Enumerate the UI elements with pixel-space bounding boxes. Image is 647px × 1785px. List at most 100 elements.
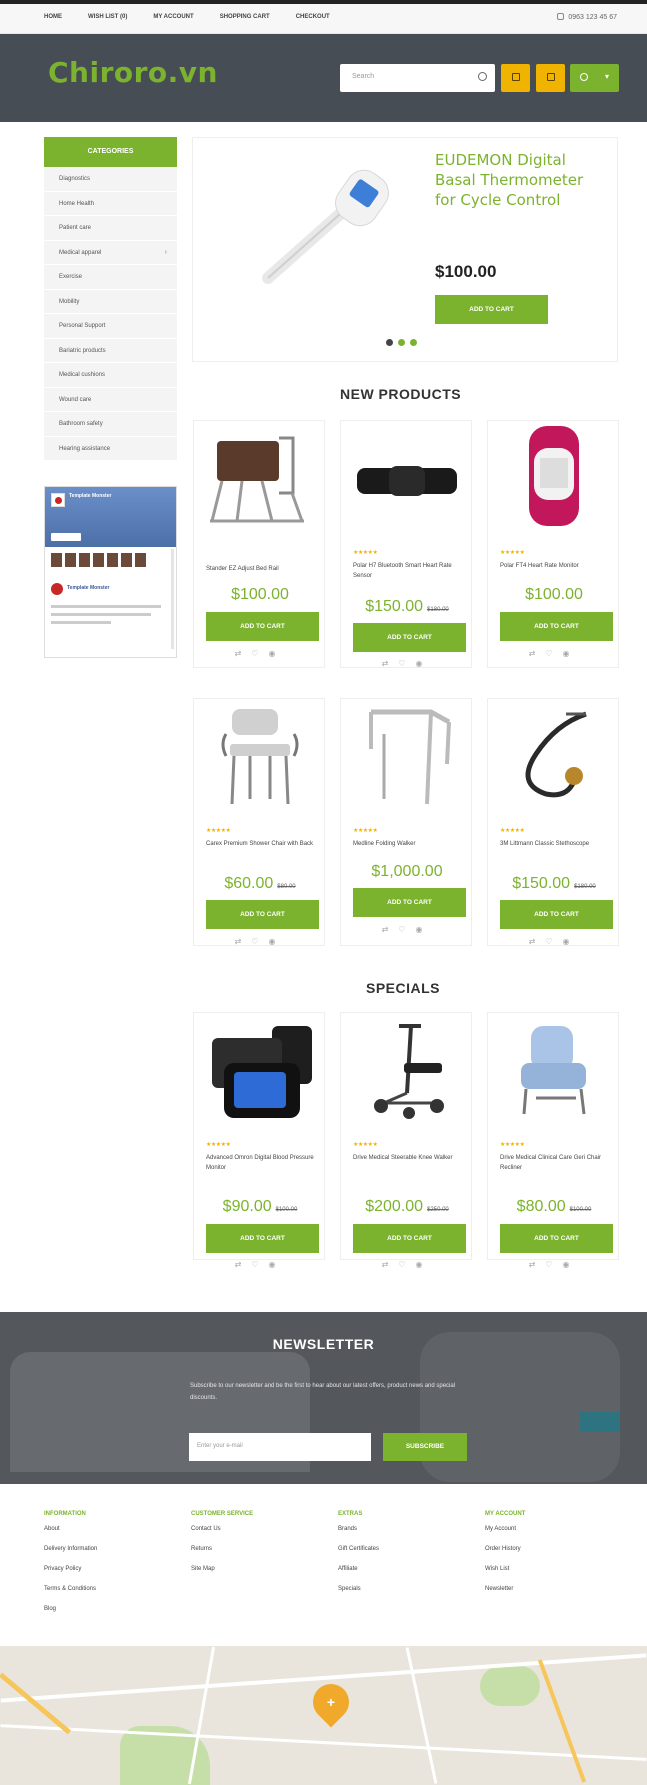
category-item[interactable]: Wound care [44, 388, 177, 412]
facebook-widget[interactable]: Template Monster Template Monster [44, 486, 177, 658]
heart-icon[interactable]: ♡ [251, 649, 268, 658]
category-item[interactable]: Medical cushions [44, 363, 177, 388]
facebook-page-name[interactable]: Template Monster [69, 493, 111, 499]
add-to-cart-button[interactable]: Add to Cart [353, 623, 466, 652]
eye-icon[interactable]: ◉ [268, 1260, 285, 1269]
slide-add-to-cart-button[interactable]: Add to Cart [435, 295, 548, 324]
search-icon[interactable] [478, 72, 487, 81]
product-card[interactable]: ★★★★★ Polar FT4 Heart Rate Monitor $100.… [487, 420, 619, 668]
add-to-cart-button[interactable]: Add to Cart [353, 888, 466, 917]
footer-link[interactable]: Newsletter [485, 1586, 625, 1606]
heart-icon[interactable]: ♡ [398, 659, 415, 668]
product-name[interactable]: Polar FT4 Heart Rate Monitor [500, 561, 610, 571]
footer-link[interactable]: Brands [338, 1526, 478, 1546]
footer-link[interactable]: Site Map [191, 1566, 331, 1586]
slider-dot[interactable] [398, 339, 405, 346]
category-item[interactable]: Mobility [44, 290, 177, 314]
category-item[interactable]: Patient care [44, 216, 177, 241]
add-to-cart-button[interactable]: Add to Cart [206, 900, 319, 929]
compare-icon[interactable]: ⇄ [529, 937, 546, 946]
add-to-cart-button[interactable]: Add to Cart [353, 1224, 466, 1253]
facebook-like-button[interactable] [51, 533, 81, 541]
product-name[interactable]: Medline Folding Walker [353, 839, 463, 849]
product-name[interactable]: Stander EZ Adjust Bed Rail [206, 564, 316, 574]
add-to-cart-button[interactable]: Add to Cart [206, 1224, 319, 1253]
eye-icon[interactable]: ◉ [268, 649, 285, 658]
logo[interactable]: Chiroro.vn [48, 56, 218, 89]
footer-link[interactable]: Delivery Information [44, 1546, 184, 1566]
heart-icon[interactable]: ♡ [545, 1260, 562, 1269]
product-card[interactable]: ★★★★★ Medline Folding Walker $1,000.00 A… [340, 698, 472, 946]
product-name[interactable]: Drive Medical Steerable Knee Walker [353, 1153, 463, 1163]
product-card[interactable]: ★★★★★ Drive Medical Clinical Care Geri C… [487, 1012, 619, 1269]
category-item[interactable]: Home Health [44, 192, 177, 216]
add-to-cart-button[interactable]: Add to Cart [500, 612, 613, 641]
footer-link[interactable]: Specials [338, 1586, 478, 1606]
heart-icon[interactable]: ♡ [398, 925, 415, 934]
eye-icon[interactable]: ◉ [562, 1260, 579, 1269]
compare-icon[interactable]: ⇄ [382, 925, 399, 934]
product-card[interactable]: ★★★★★ Advanced Omron Digital Blood Press… [193, 1012, 325, 1269]
compare-icon[interactable]: ⇄ [235, 649, 252, 658]
category-item[interactable]: Hearing assistance [44, 437, 177, 461]
cart-button[interactable]: ▾ [570, 64, 619, 92]
footer-link[interactable]: Gift Certificates [338, 1546, 478, 1566]
heart-icon[interactable]: ♡ [398, 1260, 415, 1269]
product-card[interactable]: Stander EZ Adjust Bed Rail $100.00 Add t… [193, 420, 325, 668]
category-item[interactable]: Bathroom safety [44, 412, 177, 437]
eye-icon[interactable]: ◉ [415, 659, 432, 668]
product-card[interactable]: ★★★★★ Drive Medical Steerable Knee Walke… [340, 1012, 472, 1269]
post-author[interactable]: Template Monster [67, 585, 109, 591]
footer-link[interactable]: Wish List [485, 1566, 625, 1586]
category-item[interactable]: Bariatric products [44, 339, 177, 363]
slider-dot[interactable] [410, 339, 417, 346]
slide-title[interactable]: EUDEMON Digital Basal Thermometer for Cy… [435, 150, 605, 210]
top-nav-wishlist[interactable]: Wish List (0) [88, 14, 127, 20]
wishlist-button[interactable] [501, 64, 530, 92]
product-card[interactable]: ★★★★★ Carex Premium Shower Chair with Ba… [193, 698, 325, 946]
footer-link[interactable]: Contact Us [191, 1526, 331, 1546]
eye-icon[interactable]: ◉ [562, 649, 579, 658]
facebook-scrollbar[interactable] [171, 549, 174, 649]
product-card[interactable]: ★★★★★ 3M Littmann Classic Stethoscope $1… [487, 698, 619, 946]
top-nav-cart[interactable]: Shopping Cart [220, 14, 270, 20]
add-to-cart-button[interactable]: Add to Cart [500, 1224, 613, 1253]
hero-slider[interactable]: EUDEMON Digital Basal Thermometer for Cy… [192, 137, 618, 362]
account-button[interactable] [536, 64, 565, 92]
heart-icon[interactable]: ♡ [545, 649, 562, 658]
category-item[interactable]: Medical apparel › [44, 241, 177, 265]
eye-icon[interactable]: ◉ [415, 925, 432, 934]
footer-link[interactable]: Blog [44, 1606, 184, 1626]
compare-icon[interactable]: ⇄ [529, 649, 546, 658]
product-name[interactable]: Carex Premium Shower Chair with Back [206, 839, 316, 849]
compare-icon[interactable]: ⇄ [382, 1260, 399, 1269]
category-item[interactable]: Exercise [44, 265, 177, 290]
product-name[interactable]: 3M Littmann Classic Stethoscope [500, 839, 610, 849]
top-nav-home[interactable]: Home [44, 14, 62, 20]
category-item[interactable]: Diagnostics [44, 167, 177, 192]
product-name[interactable]: Advanced Omron Digital Blood Pressure Mo… [206, 1153, 316, 1173]
footer-link[interactable]: My Account [485, 1526, 625, 1546]
location-map[interactable]: + [0, 1646, 647, 1785]
eye-icon[interactable]: ◉ [415, 1260, 432, 1269]
eye-icon[interactable]: ◉ [268, 937, 285, 946]
add-to-cart-button[interactable]: Add to Cart [206, 612, 319, 641]
category-item[interactable]: Personal Support [44, 314, 177, 339]
heart-icon[interactable]: ♡ [251, 937, 268, 946]
footer-link[interactable]: Order History [485, 1546, 625, 1566]
add-to-cart-button[interactable]: Add to Cart [500, 900, 613, 929]
compare-icon[interactable]: ⇄ [235, 1260, 252, 1269]
compare-icon[interactable]: ⇄ [235, 937, 252, 946]
top-nav-account[interactable]: My Account [153, 14, 193, 20]
search-input[interactable]: Search [340, 64, 495, 92]
newsletter-email-input[interactable]: Enter your e-mail [189, 1433, 371, 1461]
footer-link[interactable]: Returns [191, 1546, 331, 1566]
heart-icon[interactable]: ♡ [251, 1260, 268, 1269]
compare-icon[interactable]: ⇄ [382, 659, 399, 668]
subscribe-button[interactable]: Subscribe [383, 1433, 467, 1461]
slider-dot[interactable] [386, 339, 393, 346]
footer-link[interactable]: Affiliate [338, 1566, 478, 1586]
footer-link[interactable]: About [44, 1526, 184, 1546]
compare-icon[interactable]: ⇄ [529, 1260, 546, 1269]
product-card[interactable]: ★★★★★ Polar H7 Bluetooth Smart Heart Rat… [340, 420, 472, 668]
